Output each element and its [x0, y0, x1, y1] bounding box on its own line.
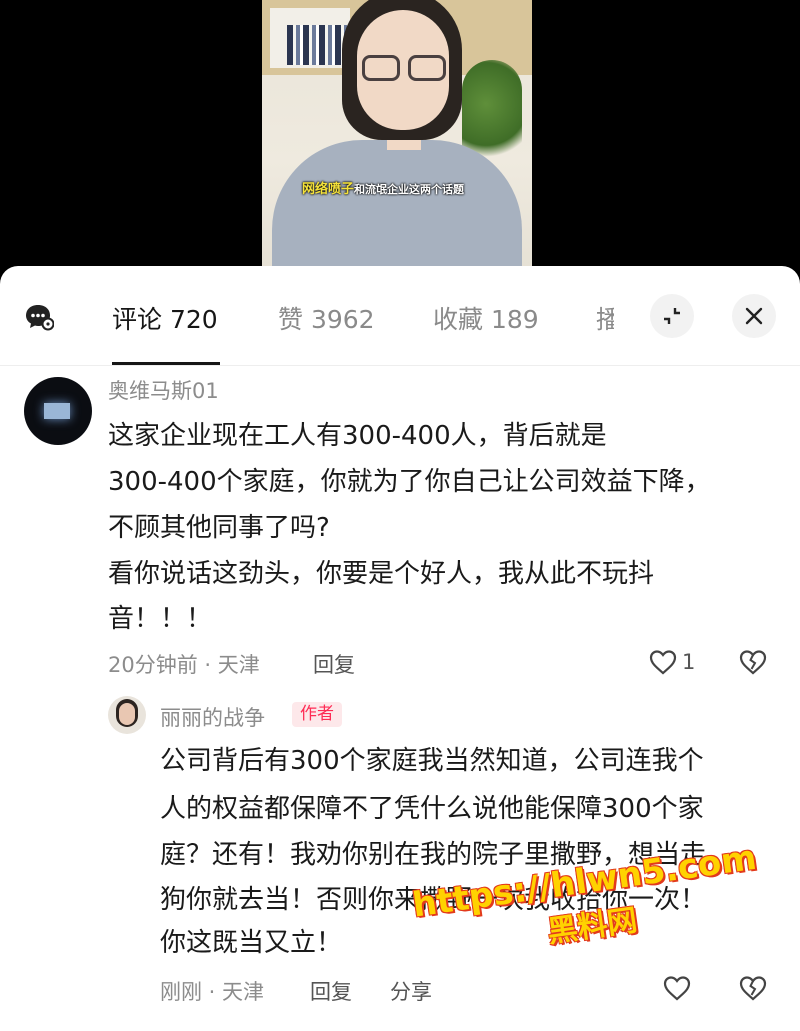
comment-text-line: 不顾其他同事了吗?: [108, 513, 330, 543]
video-caption: 网络喷子和流氓企业这两个话题: [302, 178, 464, 197]
person-body: [272, 140, 522, 268]
avatar-screen: [44, 403, 70, 419]
reply-text-line: 公司背后有300个家庭我当然知道，公司连我个: [160, 746, 704, 776]
reply-username[interactable]: 丽丽的战争: [160, 702, 265, 732]
video-frame: 网络喷子和流氓企业这两个话题: [262, 0, 532, 268]
reply-text-line: 人的权益都保障不了凭什么说他能保障300个家: [160, 794, 704, 824]
tab-favorites[interactable]: 收藏 189: [433, 300, 539, 336]
comment-text-line: 音！！！: [108, 604, 213, 634]
like-button[interactable]: 1: [648, 648, 695, 676]
tab-bar: 评论 720 赞 3962 收藏 189 播: [0, 266, 800, 366]
tab-divider: [0, 365, 800, 366]
reply-avatar[interactable]: [108, 696, 146, 734]
comment-text-line: 看你说话这劲头，你要是个好人，我从此不玩抖: [108, 559, 655, 589]
avatar-face: [119, 703, 135, 725]
books: [287, 25, 347, 65]
collapse-button[interactable]: [650, 294, 694, 338]
close-button[interactable]: [732, 294, 776, 338]
comment-text-line: 这家企业现在工人有300-400人，背后就是: [108, 421, 607, 451]
caption-rest: 和流氓企业这两个话题: [354, 183, 465, 196]
comment-sheet: 评论 720 赞 3962 收藏 189 播 奥维马斯01 这家企业现在工人有3…: [0, 266, 800, 1031]
comment-meta: 20分钟前 · 天津: [108, 653, 260, 677]
avatar[interactable]: [24, 377, 92, 445]
author-badge: 作者: [292, 702, 342, 727]
reply-meta: 刚刚 · 天津: [160, 980, 265, 1004]
dislike-heart-icon[interactable]: [738, 648, 768, 676]
comment-username[interactable]: 奥维马斯01: [108, 375, 219, 405]
glasses: [360, 55, 448, 81]
heart-icon[interactable]: [662, 974, 692, 1002]
reply-text-line: 你这既当又立！: [160, 928, 343, 958]
tab-play-partial[interactable]: 播: [596, 300, 614, 336]
close-icon: [745, 307, 763, 325]
caption-highlight: 网络喷子: [302, 182, 355, 197]
reply-reply-button[interactable]: 回复: [310, 976, 352, 1006]
share-button[interactable]: 分享: [390, 976, 432, 1006]
comment-text-line: 300-400个家庭，你就为了你自己让公司效益下降，: [108, 467, 711, 497]
reply-button[interactable]: 回复: [313, 649, 355, 679]
like-count: 1: [682, 650, 696, 674]
collapse-icon: [664, 308, 680, 324]
dislike-heart-icon[interactable]: [738, 974, 768, 1002]
tab-comments[interactable]: 评论 720: [112, 300, 218, 336]
heart-icon: [649, 650, 677, 675]
tab-likes[interactable]: 赞 3962: [278, 300, 375, 336]
comment-bubble-icon[interactable]: [24, 302, 54, 332]
video-player[interactable]: 网络喷子和流氓企业这两个话题: [0, 0, 800, 268]
